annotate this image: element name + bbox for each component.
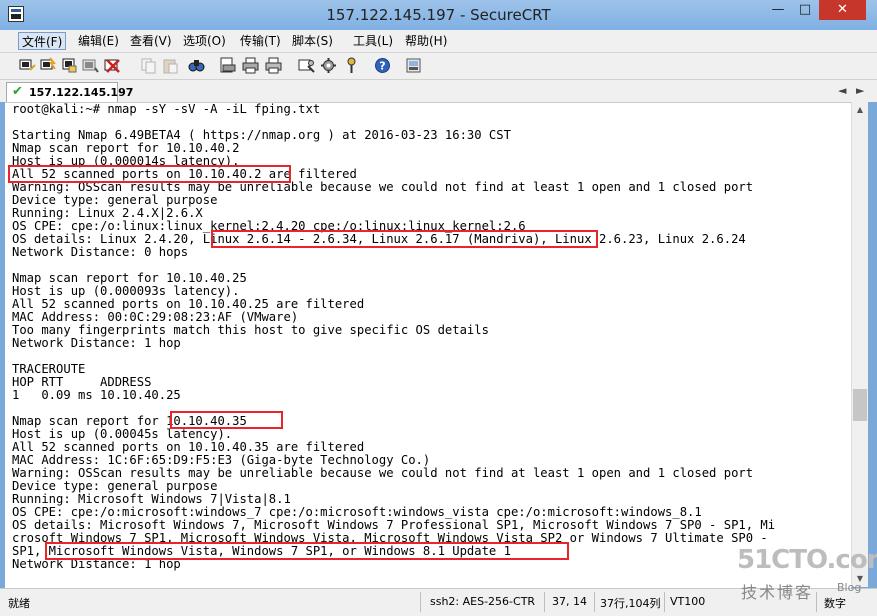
status-cursor-position: 37, 14	[552, 595, 587, 608]
menu-script[interactable]: 脚本(S)	[292, 32, 333, 50]
sftp-icon[interactable]	[405, 57, 422, 74]
menu-tools[interactable]: 工具(L)	[353, 32, 393, 50]
session-options-icon[interactable]	[298, 57, 315, 74]
status-ready: 就绪	[8, 597, 30, 610]
watermark-subtitle: 技术博客	[741, 583, 814, 602]
tab-scroll-left-button[interactable]: ◄	[838, 84, 846, 97]
close-button[interactable]: ✕	[819, 0, 866, 20]
title-bar[interactable]: 157.122.145.197 - SecureCRT — □ ✕	[0, 0, 877, 30]
status-terminal-size: 37行,104列	[600, 597, 661, 610]
menu-bar: 文件(F) 编辑(E) 查看(V) 选项(O) 传输(T) 脚本(S) 工具(L…	[0, 30, 877, 53]
terminal-line: 1 0.09 ms 10.10.40.25	[12, 388, 181, 402]
menu-edit[interactable]: 编辑(E)	[78, 32, 119, 50]
print-setup-icon[interactable]	[219, 57, 236, 74]
disconnect-icon[interactable]	[104, 57, 121, 74]
tab-scroll-right-button[interactable]: ►	[856, 84, 864, 97]
site-watermark: 51CTO.com 技术博客 Blog	[737, 545, 877, 605]
menu-transfer[interactable]: 传输(T)	[240, 32, 281, 50]
menu-help[interactable]: 帮助(H)	[405, 32, 447, 50]
highlight-filtered-ports	[8, 165, 291, 183]
terminal-scrollbar[interactable]: ▲ ▼	[851, 102, 868, 587]
terminal-line: Network Distance: 1 hop	[12, 336, 181, 350]
print-icon[interactable]	[242, 57, 259, 74]
help-icon[interactable]: ?	[374, 57, 391, 74]
toolbar: ?	[0, 53, 877, 80]
session-tab-label: 157.122.145.197	[29, 86, 134, 99]
svg-text:?: ?	[379, 60, 385, 73]
find-icon[interactable]	[188, 57, 205, 74]
session-tab[interactable]: ✔ 157.122.145.197	[6, 82, 133, 102]
highlight-linux-versions	[211, 230, 598, 248]
window-title: 157.122.145.197 - SecureCRT	[326, 6, 551, 24]
status-divider	[420, 592, 421, 612]
paste-icon[interactable]	[162, 57, 179, 74]
scroll-up-arrow-icon[interactable]: ▲	[852, 102, 868, 118]
session-tab-bar: ✔ 157.122.145.197 ◄ ►	[0, 80, 877, 102]
minimize-button[interactable]: —	[765, 0, 791, 20]
status-emulation: VT100	[670, 595, 706, 608]
keymap-icon[interactable]	[343, 57, 360, 74]
menu-file[interactable]: 文件(F)	[18, 32, 67, 50]
copy-icon[interactable]	[140, 57, 157, 74]
connect-tab-icon[interactable]	[61, 57, 78, 74]
print-selection-icon[interactable]	[265, 57, 282, 74]
maximize-button[interactable]: □	[792, 0, 818, 20]
scrollbar-thumb[interactable]	[853, 389, 867, 421]
connect-icon[interactable]	[19, 57, 36, 74]
status-divider	[664, 592, 665, 612]
status-divider	[544, 592, 545, 612]
terminal-output[interactable]: root@kali:~# nmap -sY -sV -A -iL fping.t…	[5, 102, 851, 588]
global-options-icon[interactable]	[320, 57, 337, 74]
menu-options[interactable]: 选项(O)	[183, 32, 226, 50]
reconnect-icon[interactable]	[82, 57, 99, 74]
status-encryption: ssh2: AES-256-CTR	[430, 595, 536, 608]
terminal-line: Network Distance: 0 hops	[12, 245, 189, 259]
quick-connect-icon[interactable]	[40, 57, 57, 74]
securecrt-window: 157.122.145.197 - SecureCRT — □ ✕ 文件(F) …	[0, 0, 877, 616]
status-divider	[594, 592, 595, 612]
menu-view[interactable]: 查看(V)	[130, 32, 172, 50]
connected-check-icon: ✔	[12, 84, 23, 99]
terminal-line: root@kali:~# nmap -sY -sV -A -iL fping.t…	[12, 102, 321, 116]
watermark-logo: 51CTO.com	[737, 545, 877, 575]
highlight-windows-versions	[45, 542, 569, 560]
watermark-blog: Blog	[837, 581, 862, 594]
highlight-target-ip	[170, 411, 283, 429]
